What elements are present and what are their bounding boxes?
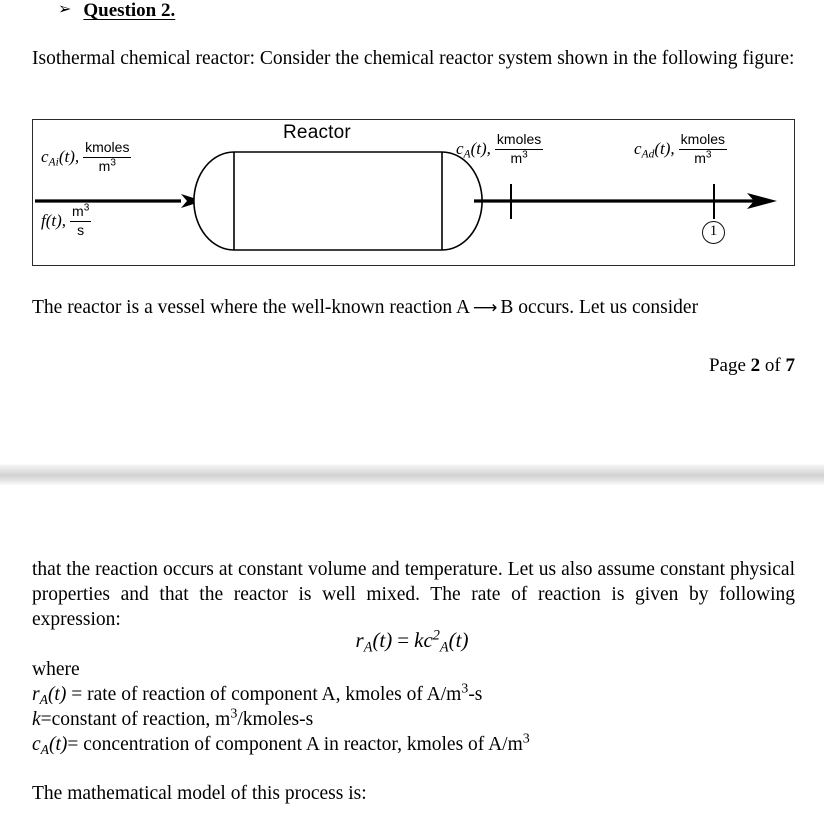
definition-concentration-text: = concentration of component A in reacto…	[67, 734, 523, 755]
page-footer-middle: of	[764, 355, 781, 376]
page-footer-prefix: Page	[708, 355, 746, 376]
rate-equation: rA(t) = kc2A(t)	[0, 628, 824, 657]
reaction-text-before: The reactor is a vessel where the well-k…	[32, 297, 471, 318]
definition-constant-text: =constant of reaction, m	[40, 709, 231, 730]
equation-equals-sign: =	[397, 628, 410, 653]
page-total: 7	[785, 355, 796, 376]
reactor-figure: Reactor cAi(t), kmoles m3 f(t), m3 s cA(…	[32, 119, 795, 266]
stream-marker-1: 1	[702, 221, 725, 244]
question-title: Question 2.	[83, 0, 176, 21]
reaction-paragraph: The reactor is a vessel where the well-k…	[32, 295, 797, 321]
definition-concentration-exponent: 3	[522, 730, 530, 747]
bullet-arrow-icon: ➢	[58, 0, 72, 18]
continuation-paragraph: that the reaction occurs at constant vol…	[32, 559, 795, 630]
definition-concentration: cA(t)= concentration of component A in r…	[32, 730, 530, 762]
definition-rate-symbol: rA(t)	[32, 684, 67, 707]
intro-paragraph: Isothermal chemical reactor: Consider th…	[32, 48, 795, 69]
question-heading: ➢ Question 2.	[58, 0, 175, 22]
page-number: 2	[750, 355, 761, 376]
page-footer: Page 2 of 7	[0, 355, 795, 377]
definition-rate-text: = rate of reaction of component A, kmole…	[66, 684, 462, 705]
definition-rate-tail: -s	[468, 684, 483, 705]
definition-constant-tail: /kmoles-s	[237, 709, 314, 730]
rate-equation-rhs: kc2A(t)	[414, 628, 469, 656]
definition-constant-symbol: k	[32, 709, 41, 730]
reactor-vessel-diagram	[35, 151, 777, 251]
page-separator	[0, 464, 824, 486]
reaction-arrow-icon: ⟶	[473, 298, 498, 318]
definition-concentration-symbol: cA(t)	[32, 734, 68, 757]
vessel-body	[193, 151, 483, 251]
outlet-stream-arrow	[474, 184, 777, 219]
reaction-text-after: B occurs. Let us consider	[500, 297, 699, 318]
definition-reaction-constant: k=constant of reaction, m3/kmoles-s	[32, 706, 314, 732]
where-label: where	[32, 659, 80, 680]
model-paragraph: The mathematical model of this process i…	[32, 783, 367, 804]
inlet-stream-arrow	[35, 194, 203, 208]
rate-equation-lhs: rA(t)	[355, 628, 393, 656]
